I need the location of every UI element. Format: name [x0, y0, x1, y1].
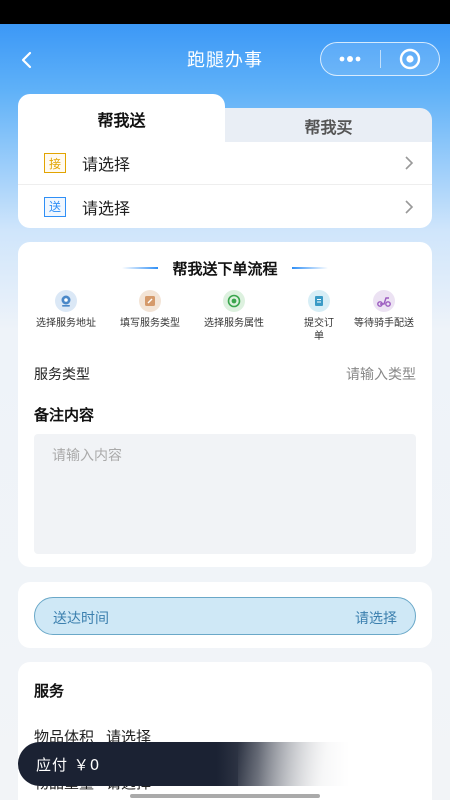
flow-step: 选择服务属性 — [194, 290, 274, 330]
pickup-address-row[interactable]: 接 请选择 — [18, 142, 432, 185]
service-section-title: 服务 — [34, 682, 65, 700]
payment-bar: 应付 ￥0 — [18, 742, 432, 786]
submit-button[interactable] — [238, 742, 432, 786]
payment-label: 应付 — [36, 756, 69, 774]
payment-value: ￥0 — [73, 756, 101, 774]
tab-help-send[interactable]: 帮我送 — [18, 94, 225, 144]
flow-step-label: 选择服务属性 — [204, 318, 264, 329]
remark-title: 备注内容 — [34, 406, 95, 424]
service-type-input[interactable]: 请输入类型 — [346, 364, 416, 384]
pickup-address-label: 请选择 — [82, 155, 131, 174]
tab-help-buy[interactable]: 帮我买 — [225, 108, 432, 144]
flow-step: 填写服务类型 — [110, 290, 190, 330]
service-type-row: 服务类型 请输入类型 — [34, 364, 416, 388]
navigation-bar: 跑腿办事 — [0, 24, 450, 94]
status-bar — [0, 0, 450, 24]
service-type-label: 服务类型 — [34, 367, 90, 383]
remark-placeholder: 请输入内容 — [52, 448, 122, 464]
title-decoration-left — [122, 267, 159, 269]
payment-amount: 应付 ￥0 — [36, 754, 100, 775]
more-button[interactable] — [321, 43, 380, 75]
delivery-time-value: 请选择 — [355, 611, 397, 627]
flow-steps: 选择服务地址 填写服务类型 选择服务属性 提交订单 等待骑手配送 — [18, 290, 432, 350]
chevron-right-icon — [405, 156, 414, 170]
order-type-card: 帮我送 帮我买 接 请选择 送 请选择 — [18, 94, 432, 228]
target-icon — [223, 290, 245, 312]
flow-step: 等待骑手配送 — [344, 290, 424, 330]
chevron-right-icon — [405, 199, 414, 214]
address-panel: 接 请选择 送 请选择 — [18, 142, 432, 228]
delivery-address-row[interactable]: 送 请选择 — [18, 185, 432, 228]
edit-form-icon — [139, 290, 161, 312]
target-circle-icon — [399, 48, 420, 70]
flow-title: 帮我送下单流程 — [172, 259, 278, 278]
delivery-time-label: 送达时间 — [53, 611, 109, 627]
flow-step: 提交订单 — [286, 290, 352, 343]
flow-step-label: 等待骑手配送 — [354, 318, 414, 329]
remark-textarea[interactable]: 请输入内容 — [34, 434, 416, 554]
more-dots-icon — [339, 56, 361, 62]
flow-title-row: 帮我送下单流程 — [18, 256, 432, 280]
document-icon — [308, 290, 330, 312]
flow-step-label: 选择服务地址 — [36, 318, 96, 329]
flow-step-label: 提交订单 — [304, 318, 334, 342]
delivery-time-card: 送达时间 请选择 — [18, 582, 432, 648]
delivery-address-label: 请选择 — [82, 198, 131, 218]
home-indicator — [130, 794, 320, 798]
location-icon — [55, 290, 77, 312]
close-miniapp-button[interactable] — [381, 43, 440, 75]
scooter-icon — [373, 290, 395, 312]
flow-step: 选择服务地址 — [26, 290, 106, 330]
delivery-tag: 送 — [44, 196, 66, 217]
title-decoration-right — [291, 267, 328, 269]
flow-step-label: 填写服务类型 — [120, 318, 180, 329]
order-flow-card: 帮我送下单流程 选择服务地址 填写服务类型 选择服务属性 提交订单 等待骑手配送… — [18, 242, 432, 567]
mini-program-capsule — [320, 42, 440, 76]
delivery-time-selector[interactable]: 送达时间 请选择 — [34, 597, 416, 635]
pickup-tag: 接 — [44, 153, 66, 173]
